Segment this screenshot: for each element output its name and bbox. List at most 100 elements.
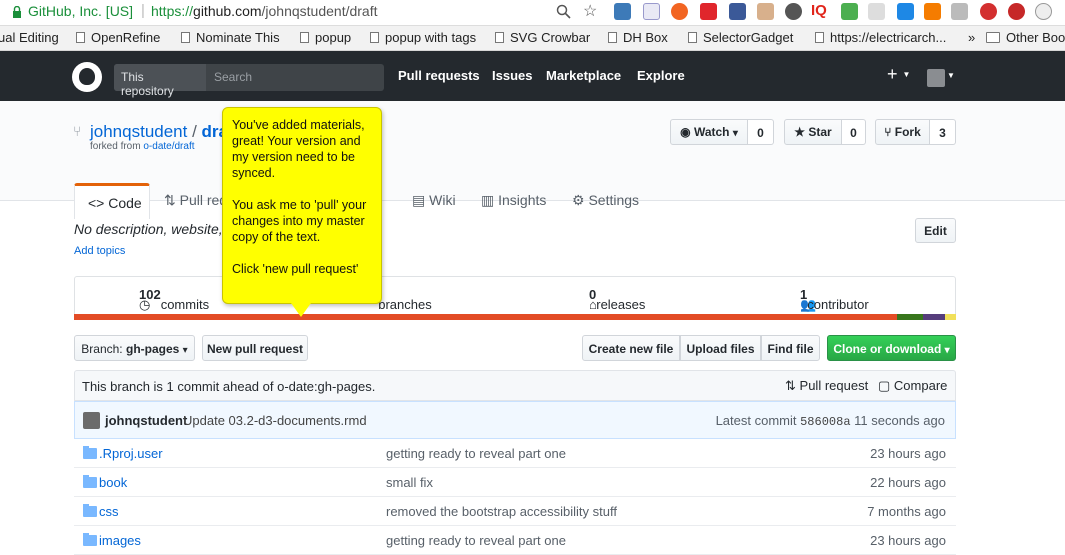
guide-tooltip: You've added materials, great! Your vers… bbox=[222, 107, 382, 304]
file-commit-message[interactable]: removed the bootstrap accessibility stuf… bbox=[386, 504, 617, 519]
bookmark-item[interactable]: popup with tags bbox=[370, 30, 476, 45]
language-bar[interactable] bbox=[74, 314, 956, 320]
compare-link[interactable]: ▢ Compare bbox=[878, 378, 947, 394]
file-commit-message[interactable]: small fix bbox=[386, 475, 433, 490]
flipboard-icon[interactable] bbox=[700, 3, 717, 20]
extension-icon[interactable] bbox=[897, 3, 914, 20]
avatar[interactable] bbox=[927, 69, 945, 87]
search-icon[interactable] bbox=[556, 4, 571, 19]
commit-message[interactable]: Update 03.2-d3-documents.rmd bbox=[183, 413, 367, 428]
bookmark-item[interactable]: DH Box bbox=[608, 30, 668, 45]
bookmarks-overflow[interactable]: » bbox=[968, 30, 975, 45]
bookmark-item[interactable]: https://electricarch... bbox=[815, 30, 946, 45]
nav-issues[interactable]: Issues bbox=[492, 68, 532, 83]
file-name-link[interactable]: css bbox=[99, 504, 119, 519]
language-segment bbox=[897, 314, 923, 320]
book-icon: ▤ bbox=[412, 192, 426, 208]
repo-owner-link[interactable]: johnqstudent bbox=[90, 122, 187, 141]
eye-icon: ◉ bbox=[680, 125, 691, 139]
table-row: book small fix 22 hours ago bbox=[74, 468, 956, 497]
nav-marketplace[interactable]: Marketplace bbox=[546, 68, 621, 83]
hypothesis-icon[interactable] bbox=[671, 3, 688, 20]
fork-icon: ⑂ bbox=[73, 123, 82, 139]
extension-icon[interactable] bbox=[643, 3, 660, 20]
edit-button[interactable]: Edit bbox=[915, 218, 956, 243]
repo-header: ⑂ johnqstudent / draft forked from o-dat… bbox=[0, 101, 1065, 219]
tab-insights[interactable]: ▥ Insights bbox=[481, 183, 546, 219]
pocket-icon[interactable] bbox=[785, 3, 802, 20]
graph-icon: ▥ bbox=[481, 192, 495, 208]
nav-explore[interactable]: Explore bbox=[637, 68, 685, 83]
nav-pull-requests[interactable]: Pull requests bbox=[398, 68, 480, 83]
iq-icon[interactable]: IQ bbox=[811, 2, 827, 19]
releases-link[interactable]: ⌂ 0 releases bbox=[589, 287, 645, 312]
url-text[interactable]: https://github.com/johnqstudent/draft bbox=[151, 3, 378, 19]
extension-icon[interactable] bbox=[841, 3, 858, 20]
create-new-button[interactable]: + ▼ bbox=[887, 64, 910, 85]
avatar[interactable] bbox=[83, 412, 100, 429]
extension-icon[interactable] bbox=[757, 3, 774, 20]
clone-download-button[interactable]: Clone or download ▾ bbox=[827, 335, 956, 361]
code-icon: <> bbox=[88, 195, 105, 211]
new-pull-request-button[interactable]: New pull request bbox=[202, 335, 308, 361]
bookmark-item[interactable]: ual Editing bbox=[0, 30, 59, 45]
page-icon bbox=[300, 32, 309, 43]
wikipedia-icon[interactable] bbox=[1035, 3, 1052, 20]
commit-sha[interactable]: 586008a bbox=[800, 415, 850, 429]
bookmark-item[interactable]: SelectorGadget bbox=[688, 30, 793, 45]
file-name-link[interactable]: images bbox=[99, 533, 141, 548]
numbers-summary: ◷ 102 commits 2 branches ⌂ 0 releases 👥 … bbox=[74, 276, 956, 315]
bookmark-item[interactable]: OpenRefine bbox=[76, 30, 160, 45]
commit-author[interactable]: johnqstudent bbox=[105, 413, 187, 428]
watch-button[interactable]: ◉ Watch ▾ bbox=[670, 119, 748, 145]
create-new-file-button[interactable]: Create new file bbox=[582, 335, 680, 361]
find-file-button[interactable]: Find file bbox=[761, 335, 820, 361]
pull-request-link[interactable]: ⇅ Pull request bbox=[785, 378, 868, 394]
search-box[interactable]: This repository Search bbox=[114, 64, 384, 98]
fork-count[interactable]: 3 bbox=[930, 119, 956, 145]
star-count[interactable]: 0 bbox=[842, 119, 866, 145]
page-icon bbox=[370, 32, 379, 43]
upload-files-button[interactable]: Upload files bbox=[680, 335, 761, 361]
bookmark-item[interactable]: SVG Crowbar bbox=[495, 30, 590, 45]
star-icon: ★ bbox=[794, 125, 806, 139]
tab-settings[interactable]: ⚙ Settings bbox=[572, 183, 639, 219]
pokeball-icon[interactable] bbox=[980, 3, 997, 20]
bookmark-folder[interactable]: Other Boo bbox=[986, 30, 1065, 45]
table-row: images getting ready to reveal part one … bbox=[74, 526, 956, 555]
file-age: 23 hours ago bbox=[870, 533, 946, 548]
search-input[interactable]: Search bbox=[214, 70, 252, 84]
contributors-link[interactable]: 👥 1 contributor bbox=[800, 287, 869, 312]
extension-icon[interactable] bbox=[924, 3, 941, 20]
language-segment bbox=[945, 314, 956, 320]
language-segment bbox=[74, 314, 897, 320]
github-logo-icon[interactable] bbox=[72, 62, 102, 92]
fork-button[interactable]: ⑂ Fork bbox=[875, 119, 930, 145]
latest-commit-bar: johnqstudent Update 03.2-d3-documents.rm… bbox=[74, 401, 956, 439]
file-name-link[interactable]: .Rproj.user bbox=[99, 446, 163, 461]
address-bar[interactable]: GitHub, Inc. [US] | https://github.com/j… bbox=[0, 0, 1065, 26]
comment-icon[interactable] bbox=[868, 3, 885, 20]
page-icon bbox=[815, 32, 824, 43]
branch-status-bar: This branch is 1 commit ahead of o-date:… bbox=[74, 370, 956, 401]
extension-icon[interactable] bbox=[951, 3, 968, 20]
play-icon[interactable] bbox=[1008, 3, 1025, 20]
table-row: .Rproj.user getting ready to reveal part… bbox=[74, 439, 956, 468]
file-commit-message[interactable]: getting ready to reveal part one bbox=[386, 533, 566, 548]
star-button[interactable]: ★ Star bbox=[784, 119, 842, 145]
python-extension-icon[interactable] bbox=[614, 3, 631, 20]
commits-link[interactable]: ◷ 102 commits bbox=[139, 287, 209, 312]
file-name-link[interactable]: book bbox=[99, 475, 127, 490]
bookmark-item[interactable]: Nominate This bbox=[181, 30, 280, 45]
add-topics-link[interactable]: Add topics bbox=[74, 245, 125, 257]
bookmark-item[interactable]: popup bbox=[300, 30, 351, 45]
file-commit-message[interactable]: getting ready to reveal part one bbox=[386, 446, 566, 461]
extension-icon[interactable] bbox=[729, 3, 746, 20]
branch-select[interactable]: Branch: gh-pages ▾ bbox=[74, 335, 195, 361]
tab-wiki[interactable]: ▤ Wiki bbox=[412, 183, 456, 219]
watch-count[interactable]: 0 bbox=[748, 119, 774, 145]
tab-code[interactable]: <> Code bbox=[74, 183, 150, 219]
language-segment bbox=[923, 314, 945, 320]
star-bookmark-icon[interactable]: ☆ bbox=[583, 1, 597, 21]
forked-from-link[interactable]: o-date/draft bbox=[143, 141, 194, 152]
